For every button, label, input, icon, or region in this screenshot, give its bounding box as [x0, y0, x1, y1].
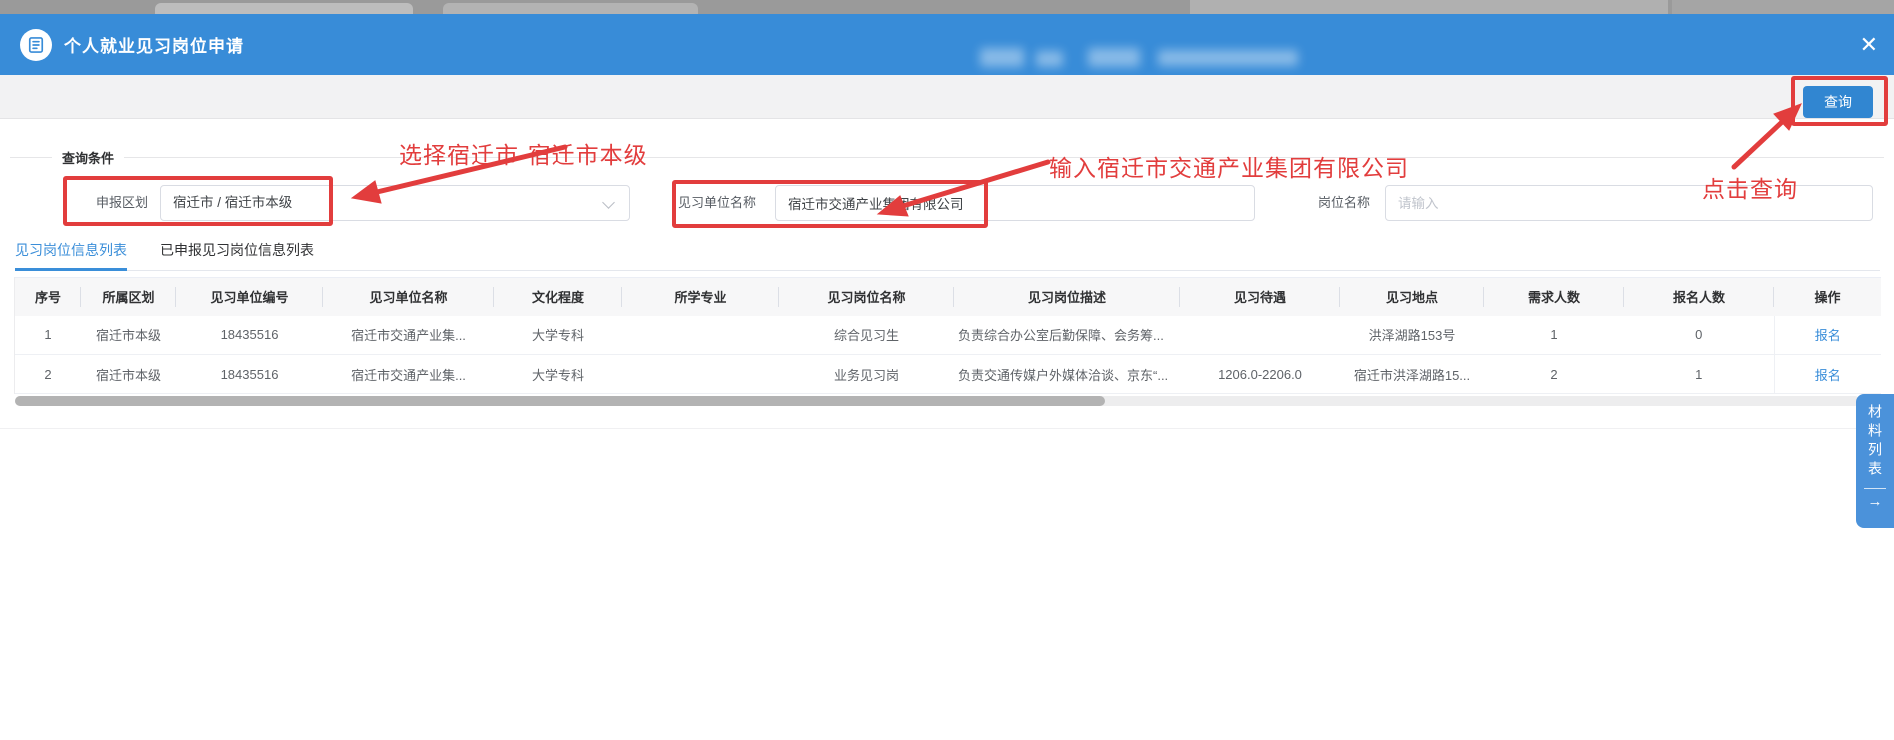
material-list-label: 材料列表: [1868, 404, 1882, 480]
document-icon: [20, 29, 52, 61]
table-header-row: 序号所属区划见习单位编号见习单位名称文化程度所学专业见习岗位名称见习岗位描述见习…: [15, 278, 1881, 316]
column-header-3: 见习单位名称: [323, 278, 494, 316]
post-field-label: 岗位名称: [1318, 185, 1370, 221]
table-cell: 1206.0-2206.0: [1180, 355, 1340, 394]
column-header-11: 报名人数: [1624, 278, 1774, 316]
table-cell: 1: [15, 316, 81, 355]
region-field-label: 申报区划: [96, 185, 148, 221]
company-field-label: 见习单位名称: [678, 185, 756, 221]
table-cell: 18435516: [176, 316, 323, 355]
column-header-6: 见习岗位名称: [779, 278, 954, 316]
table-cell: 18435516: [176, 355, 323, 394]
signup-link[interactable]: 报名: [1815, 368, 1841, 383]
table-cell: 业务见习岗: [779, 355, 954, 394]
table-cell: 0: [1624, 316, 1774, 355]
column-header-0: 序号: [15, 278, 81, 316]
column-header-1: 所属区划: [81, 278, 176, 316]
material-list-panel[interactable]: 材料列表 →: [1856, 394, 1894, 528]
table-cell: 1: [1624, 355, 1774, 394]
table-cell: 宿迁市本级: [81, 316, 176, 355]
table-cell: 综合见习生: [779, 316, 954, 355]
results-table: 序号所属区划见习单位编号见习单位名称文化程度所学专业见习岗位名称见习岗位描述见习…: [14, 277, 1880, 394]
column-header-2: 见习单位编号: [176, 278, 323, 316]
table-cell: 负责交通传媒户外媒体洽谈、京东“...: [954, 355, 1180, 394]
redacted-text: [980, 48, 1024, 67]
region-select[interactable]: 宿迁市 / 宿迁市本级: [160, 185, 630, 221]
close-icon[interactable]: ✕: [1860, 34, 1878, 56]
region-select-value: 宿迁市 / 宿迁市本级: [173, 195, 292, 210]
column-header-12: 操作: [1774, 278, 1881, 316]
expand-arrow-icon: →: [1868, 494, 1883, 509]
table-cell: 负责综合办公室后勤保障、会务筹...: [954, 316, 1180, 355]
background-page-strip: [0, 0, 1894, 14]
table-cell: 宿迁市本级: [81, 355, 176, 394]
background-panel: [443, 3, 698, 14]
redacted-text: [1158, 50, 1298, 66]
toolbar: [0, 75, 1894, 119]
query-conditions-legend: 查询条件: [10, 148, 1884, 166]
column-header-4: 文化程度: [494, 278, 622, 316]
signup-link[interactable]: 报名: [1815, 328, 1841, 343]
horizontal-scrollbar-thumb[interactable]: [15, 396, 1105, 406]
table-cell: 宿迁市交通产业集...: [323, 316, 494, 355]
background-panel: [1672, 0, 1894, 14]
application-window: 个人就业见习岗位申请 ✕ 查询 查询条件 申报区划 宿迁市 / 宿迁市本级 见习…: [0, 0, 1894, 740]
company-name-input[interactable]: [775, 185, 1255, 221]
page-title: 个人就业见习岗位申请: [64, 32, 244, 57]
table-cell: 2: [15, 355, 81, 394]
table-cell: [622, 355, 779, 394]
table-cell: 大学专科: [494, 355, 622, 394]
column-header-8: 见习待遇: [1180, 278, 1340, 316]
modal-header: 个人就业见习岗位申请 ✕: [0, 14, 1894, 75]
legend-divider: [10, 157, 52, 158]
query-button[interactable]: 查询: [1803, 86, 1873, 118]
table-cell: 宿迁市交通产业集...: [323, 355, 494, 394]
legend-divider: [124, 157, 1884, 158]
tab-internship-post-list[interactable]: 见习岗位信息列表: [15, 235, 127, 271]
background-panel: [1190, 0, 1668, 14]
column-header-5: 所学专业: [622, 278, 779, 316]
table-bottom-border: [0, 428, 1880, 429]
legend-label: 查询条件: [62, 148, 114, 167]
redacted-text: [1036, 51, 1063, 67]
table-cell: 1: [1484, 316, 1624, 355]
table-cell: 2: [1484, 355, 1624, 394]
table-cell: [622, 316, 779, 355]
chevron-down-icon: [602, 196, 615, 209]
table-cell: 报名: [1774, 355, 1881, 394]
horizontal-scrollbar-track[interactable]: [15, 396, 1860, 406]
table-row: 2宿迁市本级18435516宿迁市交通产业集...大学专科业务见习岗负责交通传媒…: [15, 355, 1881, 394]
tab-bar: 见习岗位信息列表 已申报见习岗位信息列表: [15, 235, 1880, 271]
post-name-input[interactable]: [1385, 185, 1873, 221]
tab-applied-post-list[interactable]: 已申报见习岗位信息列表: [160, 235, 314, 271]
redacted-text: [1088, 48, 1140, 67]
background-panel: [155, 3, 413, 14]
table-cell: 宿迁市洪泽湖路15...: [1340, 355, 1484, 394]
table-cell: 报名: [1774, 316, 1881, 355]
table-cell: 大学专科: [494, 316, 622, 355]
table-cell: [1180, 316, 1340, 355]
table-cell: 洪泽湖路153号: [1340, 316, 1484, 355]
column-header-10: 需求人数: [1484, 278, 1624, 316]
panel-divider: [1864, 488, 1886, 489]
column-header-9: 见习地点: [1340, 278, 1484, 316]
table-row: 1宿迁市本级18435516宿迁市交通产业集...大学专科综合见习生负责综合办公…: [15, 316, 1881, 355]
column-header-7: 见习岗位描述: [954, 278, 1180, 316]
